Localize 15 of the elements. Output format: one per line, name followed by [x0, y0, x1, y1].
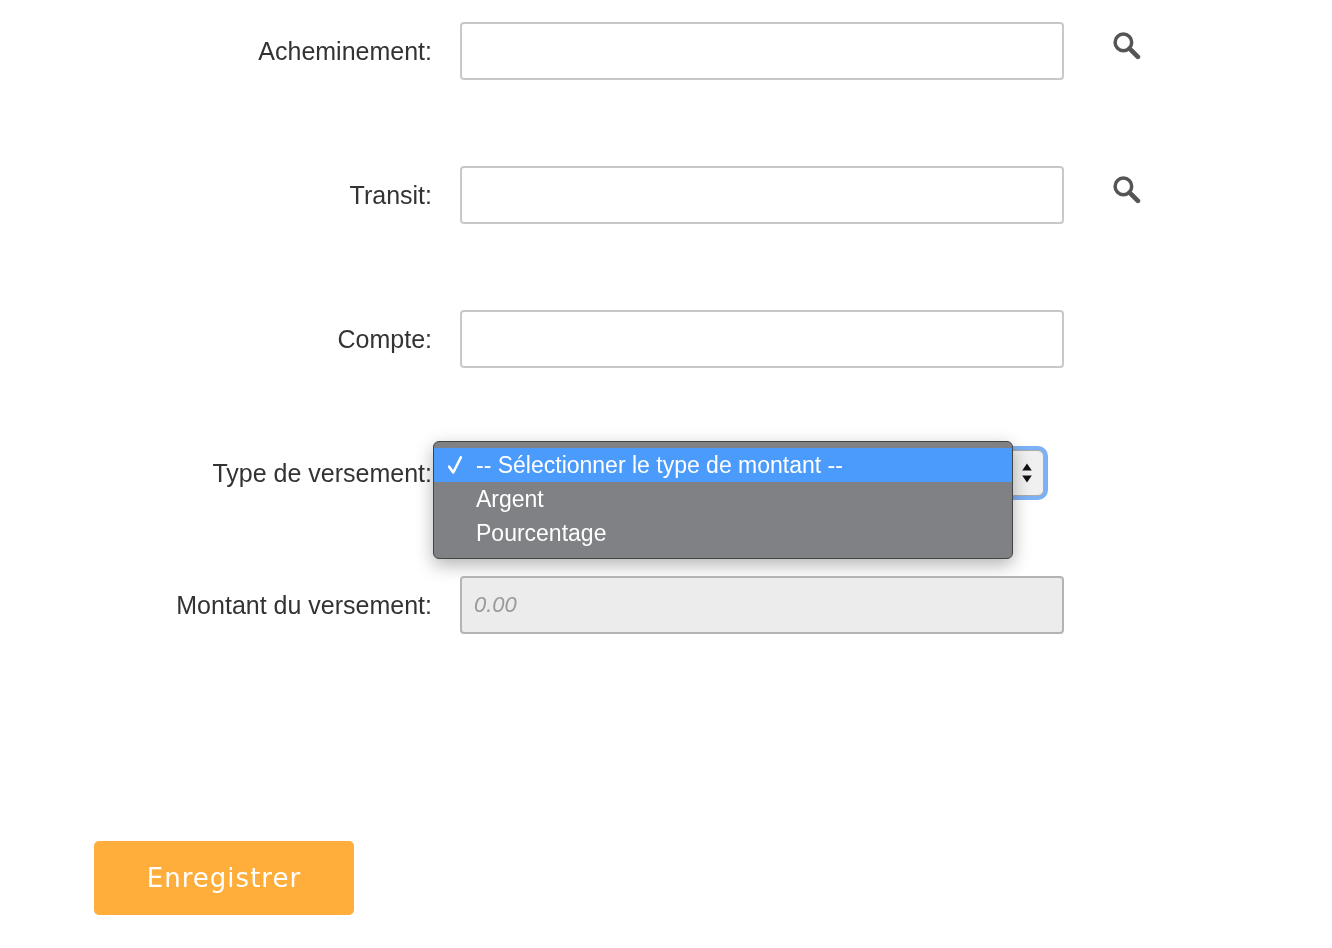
stepper-icon: [1021, 462, 1033, 484]
field-label: Compte:: [337, 324, 432, 354]
field-label: Acheminement:: [258, 36, 432, 66]
input-field[interactable]: [460, 166, 1064, 224]
search-icon[interactable]: [1112, 175, 1141, 204]
input-field[interactable]: [460, 22, 1064, 80]
checkmark-icon: [448, 455, 462, 475]
search-icon[interactable]: [1112, 31, 1141, 60]
menu-option[interactable]: Pourcentage: [434, 516, 1012, 550]
menu-option[interactable]: Argent: [434, 482, 1012, 516]
menu-option[interactable]: -- Sélectionner le type de montant --: [434, 448, 1012, 482]
input-field[interactable]: [460, 310, 1064, 368]
field-label: Montant du versement:: [176, 590, 432, 620]
field-label: Type de versement:: [212, 458, 432, 488]
field-label: Transit:: [349, 180, 432, 210]
